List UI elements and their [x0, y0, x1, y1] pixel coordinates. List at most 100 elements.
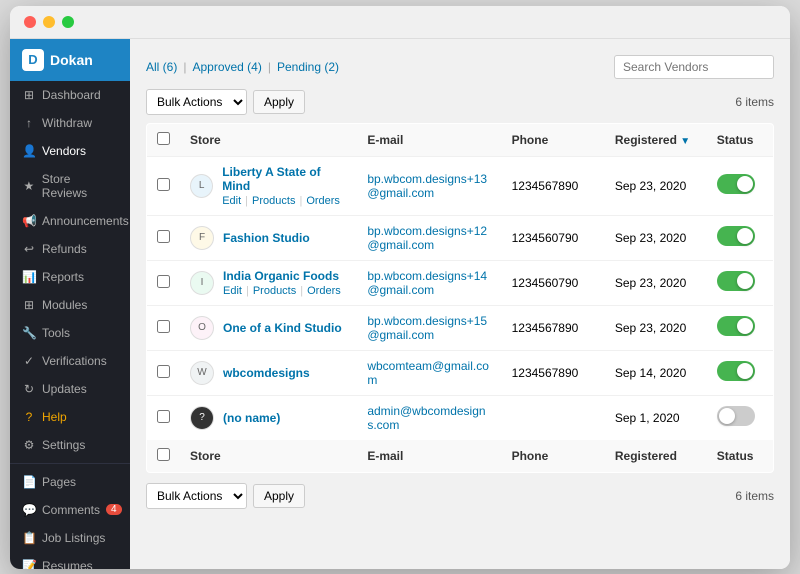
withdraw-icon: ↑: [22, 116, 36, 130]
sidebar-label-job-listings: Job Listings: [42, 531, 105, 545]
search-vendors-input[interactable]: [614, 55, 774, 79]
store-name-link[interactable]: India Organic Foods: [223, 269, 341, 283]
row-checkbox[interactable]: [157, 320, 170, 333]
sidebar-item-verifications[interactable]: ✓ Verifications: [10, 347, 130, 375]
status-toggle[interactable]: [717, 316, 755, 336]
row-checkbox[interactable]: [157, 275, 170, 288]
header-phone: Phone: [502, 123, 605, 156]
row-action-orders[interactable]: Orders: [307, 285, 341, 297]
store-registered: Sep 14, 2020: [605, 350, 707, 395]
store-email: bp.wbcom.designs+13@gmail.com: [357, 156, 501, 215]
sidebar-item-reports[interactable]: 📊 Reports: [10, 263, 130, 291]
sidebar-label-pages: Pages: [42, 475, 76, 489]
table-row: LLiberty A State of MindEdit|Products|Or…: [147, 156, 774, 215]
row-action-products[interactable]: Products: [253, 285, 296, 297]
store-name-link[interactable]: wbcomdesigns: [223, 366, 310, 380]
sort-arrow-icon: ▼: [680, 136, 690, 147]
announcements-icon: 📢: [22, 214, 36, 228]
toggle-knob: [737, 176, 753, 192]
sidebar-item-settings[interactable]: ⚙ Settings: [10, 431, 130, 459]
filter-all[interactable]: All (6): [146, 60, 177, 74]
store-status-cell: [707, 156, 774, 215]
row-checkbox[interactable]: [157, 410, 170, 423]
select-all-checkbox-bottom[interactable]: [157, 448, 170, 461]
sidebar-item-vendors[interactable]: 👤 Vendors: [10, 137, 130, 165]
bulk-actions-select-top[interactable]: Bulk Actions Delete Approve Reject: [146, 89, 247, 115]
status-toggle[interactable]: [717, 406, 755, 426]
apply-button-top[interactable]: Apply: [253, 90, 305, 114]
store-phone: 1234567890: [502, 305, 605, 350]
filter-approved[interactable]: Approved (4): [192, 60, 261, 74]
filter-pending[interactable]: Pending (2): [277, 60, 339, 74]
row-actions: Edit|Products|Orders: [222, 195, 347, 207]
job-listings-icon: 📋: [22, 531, 36, 545]
select-all-checkbox[interactable]: [157, 132, 170, 145]
maximize-button[interactable]: [62, 16, 74, 28]
row-checkbox[interactable]: [157, 178, 170, 191]
store-status-cell: [707, 215, 774, 260]
store-name-link[interactable]: Liberty A State of Mind: [222, 165, 347, 193]
items-count-top: 6 items: [735, 95, 774, 109]
header-registered[interactable]: Registered ▼: [605, 123, 707, 156]
sidebar-label-verifications: Verifications: [42, 354, 107, 368]
store-registered: Sep 23, 2020: [605, 215, 707, 260]
row-checkbox[interactable]: [157, 365, 170, 378]
apply-button-bottom[interactable]: Apply: [253, 484, 305, 508]
sidebar-item-resumes[interactable]: 📝 Resumes: [10, 552, 130, 569]
store-registered: Sep 23, 2020: [605, 305, 707, 350]
sidebar-item-pages[interactable]: 📄 Pages: [10, 468, 130, 496]
close-button[interactable]: [24, 16, 36, 28]
status-toggle[interactable]: [717, 226, 755, 246]
store-email: bp.wbcom.designs+14@gmail.com: [357, 260, 501, 305]
store-phone: 1234567890: [502, 350, 605, 395]
table-row: ?(no name)admin@wbcomdesigns.comSep 1, 2…: [147, 395, 774, 440]
store-name-link[interactable]: (no name): [223, 411, 280, 425]
row-action-edit[interactable]: Edit: [223, 285, 242, 297]
header-email: E-mail: [357, 123, 501, 156]
status-toggle[interactable]: [717, 361, 755, 381]
row-checkbox[interactable]: [157, 230, 170, 243]
row-action-orders[interactable]: Orders: [306, 195, 340, 207]
sidebar-label-store-reviews: Store Reviews: [42, 172, 118, 200]
bulk-actions-select-bottom[interactable]: Bulk Actions Delete Approve Reject: [146, 483, 247, 509]
sidebar-item-updates[interactable]: ↻ Updates: [10, 375, 130, 403]
sidebar-item-comments[interactable]: 💬 Comments 4: [10, 496, 130, 524]
sidebar-item-modules[interactable]: ⊞ Modules: [10, 291, 130, 319]
filter-links: All (6) | Approved (4) | Pending (2): [146, 60, 339, 74]
footer-email: E-mail: [357, 440, 501, 473]
row-action-sep: |: [246, 285, 249, 297]
status-toggle[interactable]: [717, 271, 755, 291]
store-name-link[interactable]: One of a Kind Studio: [223, 321, 342, 335]
row-action-edit[interactable]: Edit: [222, 195, 241, 207]
sidebar-item-dashboard[interactable]: ⊞ Dashboard: [10, 81, 130, 109]
footer-phone: Phone: [502, 440, 605, 473]
sidebar-label-vendors: Vendors: [42, 144, 86, 158]
sidebar-item-store-reviews[interactable]: ★ Store Reviews: [10, 165, 130, 207]
store-phone: 1234567890: [502, 156, 605, 215]
store-cell: LLiberty A State of MindEdit|Products|Or…: [180, 156, 357, 215]
sidebar-item-tools[interactable]: 🔧 Tools: [10, 319, 130, 347]
top-actions-bar: Bulk Actions Delete Approve Reject Apply…: [146, 89, 774, 115]
status-toggle[interactable]: [717, 174, 755, 194]
sidebar-item-withdraw[interactable]: ↑ Withdraw: [10, 109, 130, 137]
row-action-sep: |: [299, 195, 302, 207]
store-status-cell: [707, 395, 774, 440]
sidebar-item-refunds[interactable]: ↩ Refunds: [10, 235, 130, 263]
store-email: bp.wbcom.designs+15@gmail.com: [357, 305, 501, 350]
store-cell: FFashion Studio: [180, 215, 357, 260]
store-avatar: I: [190, 271, 214, 295]
sidebar-label-dashboard: Dashboard: [42, 88, 101, 102]
sidebar-item-job-listings[interactable]: 📋 Job Listings: [10, 524, 130, 552]
sidebar-item-announcements[interactable]: 📢 Announcements: [10, 207, 130, 235]
store-name-link[interactable]: Fashion Studio: [223, 231, 310, 245]
sep1: |: [183, 60, 186, 74]
verifications-icon: ✓: [22, 354, 36, 368]
store-avatar: L: [190, 174, 213, 198]
minimize-button[interactable]: [43, 16, 55, 28]
store-status-cell: [707, 305, 774, 350]
sidebar-label-resumes: Resumes: [42, 559, 93, 569]
toggle-knob: [737, 363, 753, 379]
sidebar-item-help[interactable]: ? Help: [10, 403, 130, 431]
row-action-products[interactable]: Products: [252, 195, 295, 207]
sidebar-label-settings: Settings: [42, 438, 85, 452]
